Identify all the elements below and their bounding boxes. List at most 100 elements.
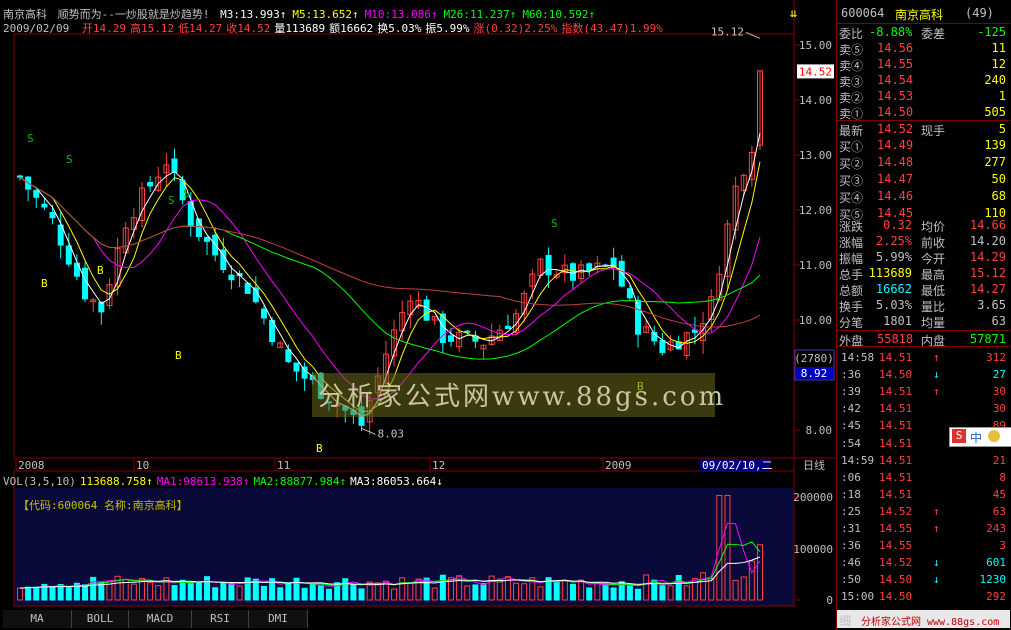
low-annotation: 8.03 xyxy=(378,427,405,440)
stat-value: 5.99% xyxy=(875,250,912,264)
tick-price: 14.51 xyxy=(879,453,913,467)
buy-price: 14.47 xyxy=(877,172,914,186)
volume-bar xyxy=(82,584,89,601)
sell-label: 卖① xyxy=(839,107,864,121)
footer-left: 细 xyxy=(839,614,852,628)
stat-value: 3.65 xyxy=(977,298,1006,312)
volume-bar xyxy=(195,582,202,601)
tick-row: :18 14.51 45 xyxy=(837,486,1010,503)
tick-list[interactable]: 14:58 14.51 ↑ 312:36 14.50 ↓ 27:39 14.51 ↑ 30:42 1… xyxy=(837,346,1010,621)
buy-volume: 50 xyxy=(991,172,1006,186)
volume-legend-item: MA1:98613.938↑ xyxy=(156,475,250,488)
volume-bar xyxy=(171,585,178,601)
stat-label: 涨(0.32)2.25% xyxy=(473,22,558,35)
tab-ma[interactable]: MA xyxy=(3,610,72,628)
sell-row: 卖② 14.53 1 xyxy=(837,88,1010,105)
tick-price: 14.51 xyxy=(879,470,913,484)
volume-legend-item: MA2:88877.984↑ xyxy=(253,475,347,488)
tick-price: 14.55 xyxy=(879,522,913,535)
volume-bar xyxy=(480,583,487,601)
tick-price: 14.52 xyxy=(879,556,913,570)
candle-body xyxy=(301,366,308,379)
tick-price: 14.50 xyxy=(879,573,913,587)
ime-toolbar[interactable]: S 中 xyxy=(949,427,1011,447)
volume-bar xyxy=(659,585,666,601)
buy-signal: B xyxy=(97,264,104,277)
tab-macd[interactable]: MACD xyxy=(129,610,192,628)
kline-chart[interactable]: 15.0014.0013.0012.0011.0010.009.008.0014… xyxy=(0,0,836,607)
tick-arrow: ↓ xyxy=(933,573,940,587)
volume-tick-label: 100000 xyxy=(793,543,833,556)
volume-bar xyxy=(204,576,211,601)
volume-bar xyxy=(350,584,357,601)
date-label: 2008 xyxy=(18,459,45,472)
stat-value: 63 xyxy=(991,314,1006,328)
buy-label: 买② xyxy=(839,157,864,171)
ohlc-stats: 开14.29 高15.12 低14.27 收14.52 量113689 额16662 换5.… xyxy=(76,22,663,35)
date-label: 12 xyxy=(432,459,445,472)
neipan-value: 57871 xyxy=(969,332,1006,346)
stat-value: 14.66 xyxy=(969,218,1006,232)
stat-label: 振5.99% xyxy=(425,22,470,35)
waipan-value: 55818 xyxy=(877,332,914,346)
watermark: 分析家公式网www.88gs.com xyxy=(318,382,727,412)
volume-bar xyxy=(90,576,97,601)
candle-body xyxy=(171,158,178,173)
candle-body xyxy=(626,288,633,299)
tick-row: :50 14.50 ↓ 1230 xyxy=(837,571,1010,588)
buy-signal: B xyxy=(316,442,323,455)
price-tick-label: 14.00 xyxy=(799,94,832,107)
crosshair-tag-value: 8.92 xyxy=(801,367,828,380)
date-label: 11 xyxy=(277,459,290,472)
weibi-value: -8.88% xyxy=(869,25,913,39)
volume-bar xyxy=(317,584,324,601)
stat-row: 涨跌 0.32 均价 14.66 xyxy=(837,217,1010,234)
stat-value: 5.03% xyxy=(875,298,912,312)
footer-bar: 细 分析家公式网 www.88gs.com xyxy=(837,610,1010,628)
stat-row: 总手 113689 最高 15.12 xyxy=(837,265,1010,282)
xianshou-value: 5 xyxy=(998,122,1006,136)
tick-volume: 30 xyxy=(992,385,1006,399)
buy-price: 14.48 xyxy=(877,155,914,169)
tick-row: 15:00 14.50 292 xyxy=(837,588,1010,605)
volume-bar xyxy=(553,580,560,601)
tick-time: :06 xyxy=(841,470,861,484)
footer-right: 分析家公式网 www.88gs.com xyxy=(861,617,1000,628)
sell-row: 卖① 14.50 505 xyxy=(837,104,1010,121)
buy-volume: 139 xyxy=(984,138,1006,152)
volume-legend: VOL(3,5,10) 113688.758↑ MA1:98613.938↑ MA2:… xyxy=(3,475,443,488)
tick-volume: 63 xyxy=(992,504,1006,518)
volume-tick-label: 200000 xyxy=(793,491,833,504)
tick-time: :39 xyxy=(841,385,861,399)
candle-body xyxy=(423,299,430,321)
volume-bar xyxy=(187,582,194,601)
sell-signal: S xyxy=(183,187,190,200)
stat-label: 收14.52 xyxy=(226,22,271,35)
stat-value: 14.29 xyxy=(969,250,1006,264)
tick-volume: 292 xyxy=(986,590,1006,604)
crosshair-tag-top: (2780) xyxy=(794,352,834,365)
tick-row: :31 14.55 ↑ 243 xyxy=(837,520,1010,537)
sell-signal: S xyxy=(551,217,558,230)
volume-bar xyxy=(260,585,267,601)
volume-bar xyxy=(285,582,292,601)
sell-price: 14.50 xyxy=(877,105,914,119)
tick-price: 14.51 xyxy=(879,436,913,450)
stat-label: 低14.27 xyxy=(178,22,223,35)
tick-price: 14.52 xyxy=(879,504,913,518)
sell-volume: 12 xyxy=(991,57,1006,71)
tab-boll[interactable]: BOLL xyxy=(72,610,129,628)
buy-signal: B xyxy=(41,277,48,290)
tick-row: :46 14.52 ↓ 601 xyxy=(837,554,1010,571)
tick-volume: 30 xyxy=(992,402,1006,416)
tick-price: 14.50 xyxy=(879,368,913,382)
tick-time: :54 xyxy=(841,436,861,450)
volume-bar xyxy=(472,584,479,601)
stat-name: 分笔 xyxy=(839,316,864,330)
volume-bar xyxy=(212,587,219,601)
tab-dmi[interactable]: DMI xyxy=(249,610,308,628)
date-label: 10 xyxy=(136,459,149,472)
price-tick-label: 11.00 xyxy=(799,259,832,272)
buy-label: 买① xyxy=(839,140,864,154)
tab-rsi[interactable]: RSI xyxy=(192,610,249,628)
